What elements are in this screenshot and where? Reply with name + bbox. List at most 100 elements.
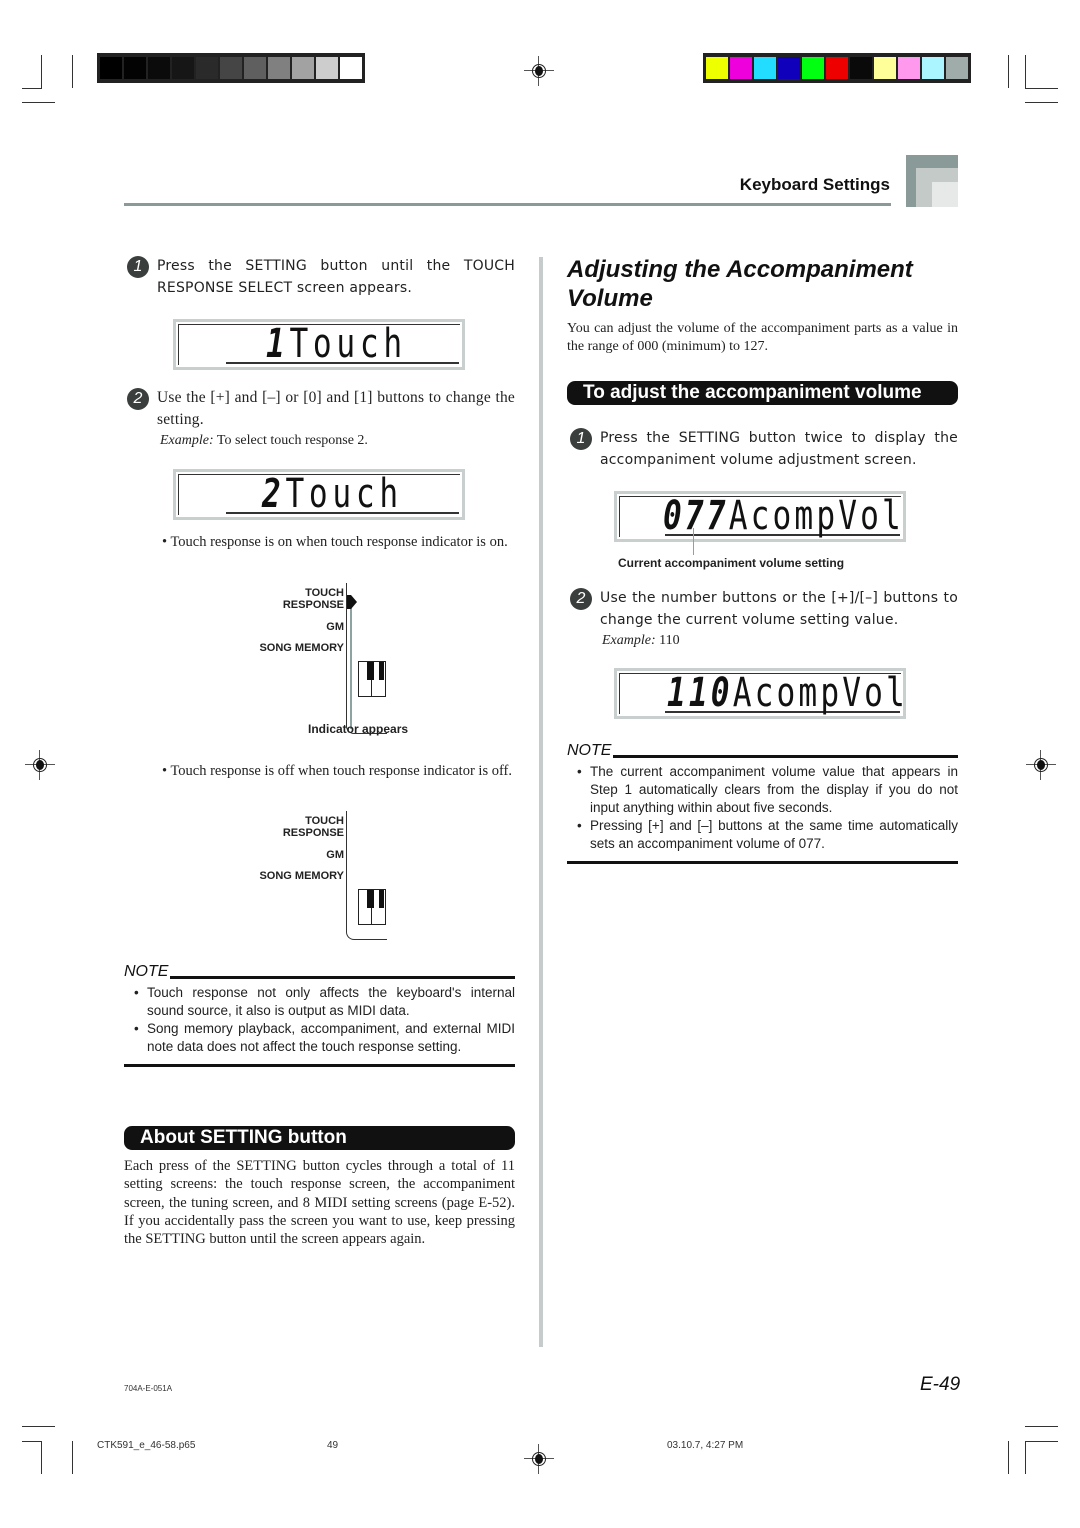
color-swatch bbox=[148, 57, 170, 79]
example-line: Example: 110 bbox=[602, 632, 680, 650]
note-item: Pressing [+] and [–] buttons at the same… bbox=[567, 817, 958, 853]
lcd-digit: 2 bbox=[262, 471, 286, 517]
section-title: Keyboard Settings bbox=[739, 175, 890, 194]
registration-mark-right bbox=[1026, 750, 1056, 780]
step-text: Use the number buttons or the [+]/[–] bu… bbox=[600, 590, 958, 628]
indicator-diagram-off: TOUCH RESPONSE GM SONG MEMORY bbox=[246, 811, 387, 971]
lcd-display-touch-1: 1Touch bbox=[173, 319, 465, 370]
crop-mark bbox=[1025, 88, 1058, 89]
color-swatch bbox=[946, 57, 968, 79]
lcd-display-volume-110: 110AcompVol bbox=[614, 668, 906, 719]
lcd-digit: 1 bbox=[266, 321, 290, 367]
note-heading: NOTE bbox=[124, 963, 169, 980]
crop-mark bbox=[22, 1426, 55, 1427]
color-swatch bbox=[292, 57, 314, 79]
registration-mark-left bbox=[25, 750, 55, 780]
step-number-badge: 1 bbox=[570, 428, 592, 450]
step-number-badge: 2 bbox=[570, 588, 592, 610]
color-swatch bbox=[220, 57, 242, 79]
crop-mark bbox=[72, 1441, 73, 1474]
grayscale-calibration-bar bbox=[97, 53, 365, 83]
lcd-word: Touch bbox=[289, 321, 407, 367]
indicator-caption: Indicator appears bbox=[308, 722, 409, 736]
label-touch: TOUCH bbox=[305, 587, 344, 599]
left-step-2: 2 Use the [+] and [–] or [0] and [1] but… bbox=[127, 387, 515, 431]
about-setting-body: Each press of the SETTING button cycles … bbox=[124, 1158, 515, 1248]
color-swatch bbox=[172, 57, 194, 79]
file-name: CTK591_e_46-58.p65 bbox=[97, 1440, 196, 1451]
header-rule bbox=[124, 203, 891, 206]
indicator-diagram-on: TOUCH RESPONSE GM SONG MEMORY bbox=[246, 583, 387, 743]
crop-mark bbox=[1025, 1441, 1058, 1442]
color-swatch bbox=[922, 57, 944, 79]
crop-mark bbox=[22, 102, 55, 103]
color-swatch bbox=[268, 57, 290, 79]
step-text: Press the SETTING button until the TOUCH… bbox=[157, 258, 515, 296]
note-item: The current accompaniment volume value t… bbox=[567, 763, 958, 817]
color-calibration-bar bbox=[703, 53, 971, 83]
about-setting-heading: About SETTING button bbox=[124, 1126, 515, 1150]
page-heading: Adjusting the Accompaniment Volume bbox=[567, 256, 913, 312]
lcd-display-volume-077: 077AcompVol bbox=[614, 491, 906, 542]
example-text: To select touch response 2. bbox=[213, 433, 368, 448]
lcd-display-touch-2: 2Touch bbox=[173, 469, 465, 520]
step-text: Use the [+] and [–] or [0] and [1] butto… bbox=[157, 389, 515, 428]
color-swatch bbox=[802, 57, 824, 79]
color-swatch bbox=[754, 57, 776, 79]
registration-mark-top bbox=[524, 56, 554, 86]
color-swatch bbox=[244, 57, 266, 79]
step-number-badge: 2 bbox=[127, 388, 149, 410]
right-step-1: 1 Press the SETTING button twice to disp… bbox=[570, 427, 958, 471]
crop-mark bbox=[1025, 1426, 1058, 1427]
label-song-memory: SONG MEMORY bbox=[259, 870, 344, 882]
crop-mark bbox=[22, 88, 42, 89]
lcd-word: Touch bbox=[285, 471, 403, 517]
color-swatch bbox=[706, 57, 728, 79]
color-swatch bbox=[340, 57, 362, 79]
crop-mark bbox=[22, 1441, 42, 1442]
callout-line bbox=[693, 528, 694, 555]
label-song-memory: SONG MEMORY bbox=[259, 642, 344, 654]
print-timestamp: 03.10.7, 4:27 PM bbox=[667, 1440, 744, 1451]
lcd-digits: 077 bbox=[663, 493, 729, 539]
step-text: Press the SETTING button twice to displa… bbox=[600, 430, 958, 468]
color-swatch bbox=[778, 57, 800, 79]
column-divider bbox=[539, 257, 543, 1347]
lcd-digits: 110 bbox=[667, 670, 733, 716]
indicator-arrow-tip-icon bbox=[351, 595, 357, 609]
registration-mark-bottom bbox=[524, 1444, 554, 1474]
example-label: Example: bbox=[160, 433, 214, 448]
label-gm: GM bbox=[326, 849, 344, 861]
section-tab-decoration bbox=[906, 155, 958, 207]
color-swatch bbox=[730, 57, 752, 79]
page-number: E-49 bbox=[920, 1374, 961, 1395]
sheet-number: 49 bbox=[327, 1440, 339, 1451]
crop-mark bbox=[1008, 55, 1009, 88]
color-swatch bbox=[850, 57, 872, 79]
lcd-caption: Current accompaniment volume setting bbox=[618, 556, 845, 570]
step-number-badge: 1 bbox=[127, 256, 149, 278]
bullet-touch-off: • Touch response is off when touch respo… bbox=[162, 763, 512, 779]
crop-mark bbox=[1008, 1441, 1009, 1474]
color-swatch bbox=[100, 57, 122, 79]
example-text: 110 bbox=[655, 633, 680, 648]
crop-mark bbox=[1025, 102, 1058, 103]
lcd-word: AcompVol bbox=[728, 493, 904, 539]
example-label: Example: bbox=[602, 633, 656, 648]
note-heading: NOTE bbox=[567, 742, 612, 759]
crop-mark bbox=[41, 55, 42, 88]
piano-keys-icon bbox=[358, 889, 386, 925]
label-response: RESPONSE bbox=[282, 599, 344, 611]
left-step-1: 1 Press the SETTING button until the TOU… bbox=[127, 255, 515, 299]
color-swatch bbox=[316, 57, 338, 79]
document-code: 704A-E-051A bbox=[124, 1384, 173, 1393]
example-line: Example: To select touch response 2. bbox=[160, 432, 368, 450]
color-swatch bbox=[826, 57, 848, 79]
label-response: RESPONSE bbox=[282, 827, 344, 839]
color-swatch bbox=[124, 57, 146, 79]
piano-keys-icon bbox=[358, 661, 386, 697]
crop-mark bbox=[1025, 1441, 1026, 1474]
label-gm: GM bbox=[326, 621, 344, 633]
right-step-2: 2 Use the number buttons or the [+]/[–] … bbox=[570, 587, 958, 631]
label-touch: TOUCH bbox=[305, 815, 344, 827]
